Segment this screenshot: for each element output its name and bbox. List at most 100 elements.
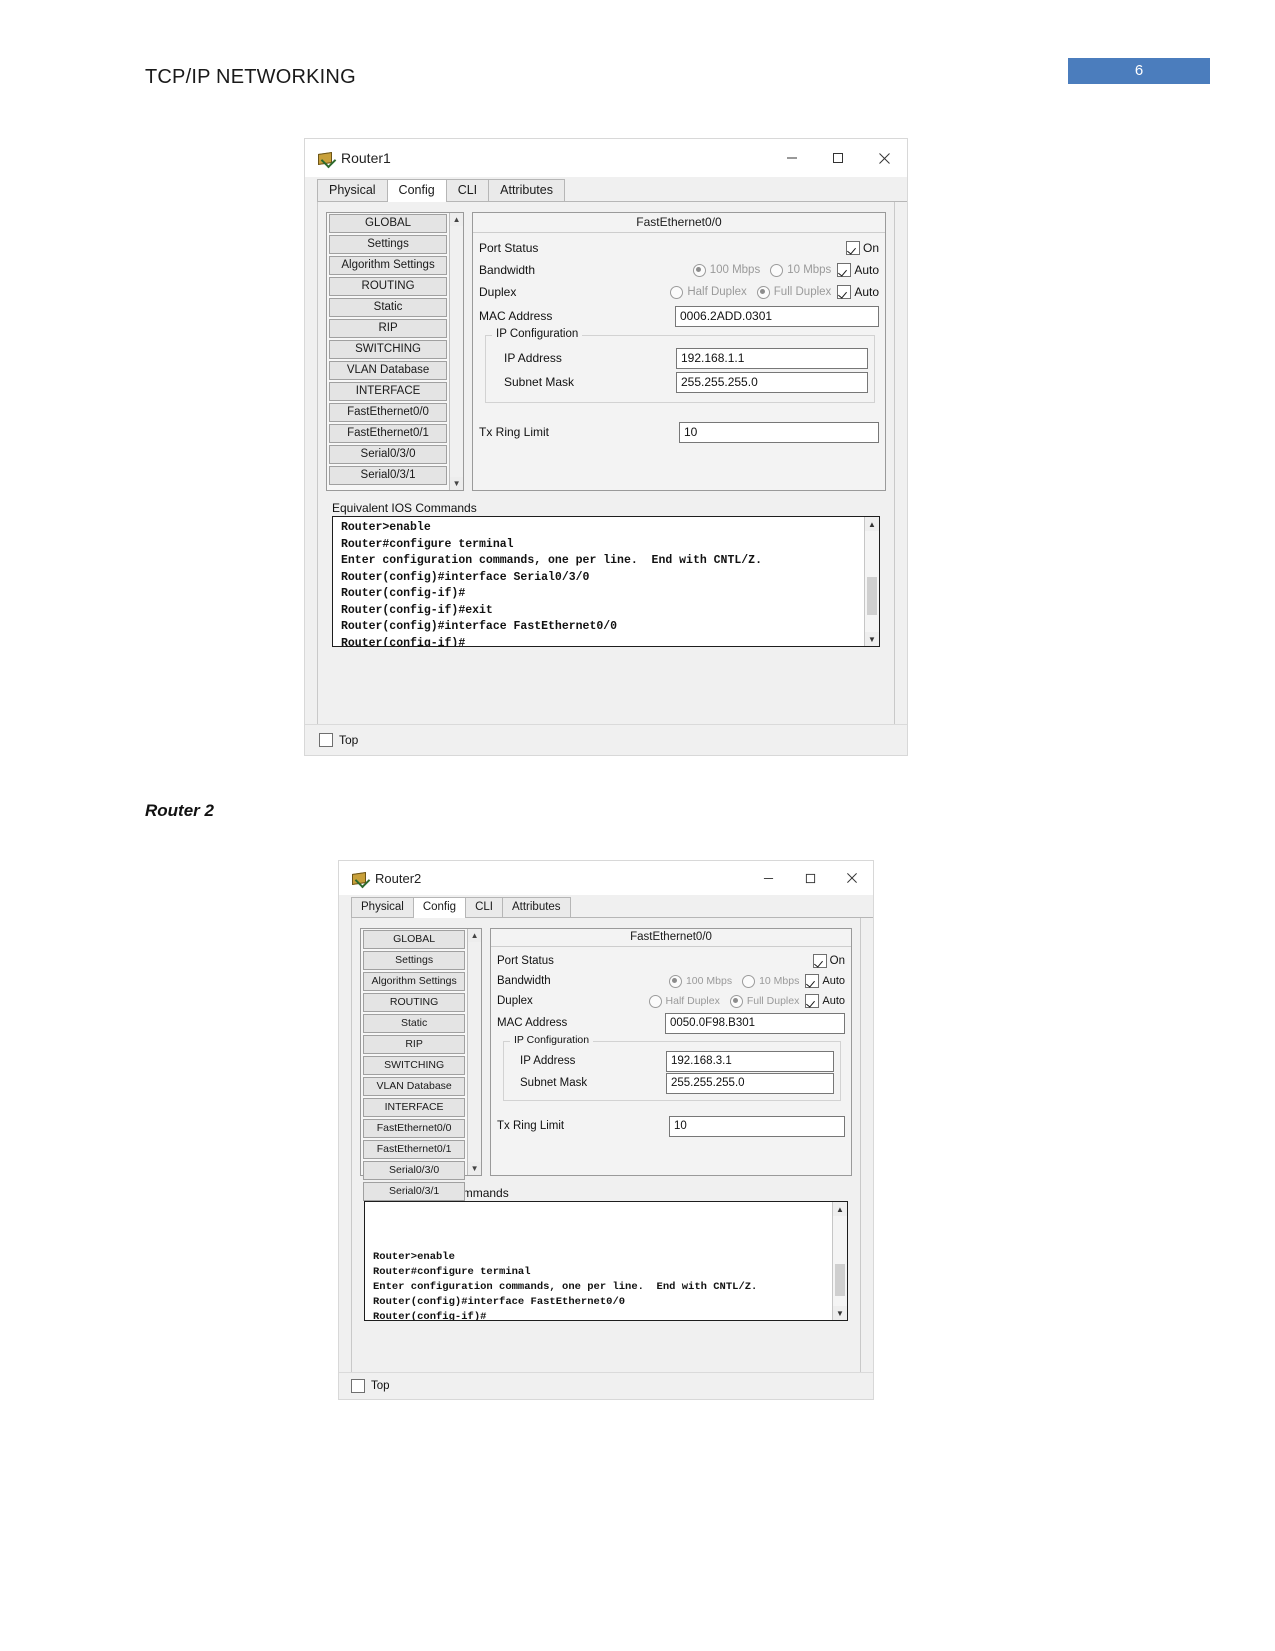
sidebar-item-algorithm-settings[interactable]: Algorithm Settings	[329, 256, 448, 275]
sidebar-scrollbar[interactable]: ▲ ▼	[467, 929, 481, 1175]
tab-cli[interactable]: CLI	[445, 179, 490, 201]
sidebar-item-fastethernet0-0[interactable]: FastEthernet0/0	[363, 1119, 466, 1138]
duplex-label-full: Full Duplex	[773, 286, 832, 298]
minimize-icon[interactable]	[747, 861, 789, 895]
port-status-checkbox[interactable]	[845, 241, 860, 255]
bandwidth-radio-10mbps[interactable]	[742, 974, 756, 988]
mac-address-row: MAC Address 0050.0F98.B301	[497, 1011, 845, 1035]
duplex-radio-half[interactable]	[648, 994, 662, 1008]
sidebar-item-interface[interactable]: INTERFACE	[329, 382, 448, 401]
tab-attributes[interactable]: Attributes	[488, 179, 565, 201]
close-icon[interactable]	[831, 861, 873, 895]
ios-scroll-thumb[interactable]	[867, 577, 877, 615]
sidebar-item-settings[interactable]: Settings	[329, 235, 448, 254]
port-status-checkbox[interactable]	[812, 954, 827, 968]
tab-cli[interactable]: CLI	[465, 897, 503, 917]
interface-panel-title: FastEthernet0/0	[473, 213, 885, 233]
ios-commands-box[interactable]: Router>enable Router#configure terminal …	[332, 516, 880, 647]
sidebar-item-rip[interactable]: RIP	[363, 1035, 466, 1054]
tab-physical[interactable]: Physical	[317, 179, 388, 201]
sidebar-item-algorithm-settings[interactable]: Algorithm Settings	[363, 972, 466, 991]
port-status-row: Port Status On	[479, 237, 879, 259]
sidebar-item-routing[interactable]: ROUTING	[363, 993, 466, 1012]
top-checkbox[interactable]	[351, 1379, 365, 1393]
close-icon[interactable]	[861, 139, 907, 177]
maximize-icon[interactable]	[815, 139, 861, 177]
chevron-up-icon[interactable]: ▲	[468, 929, 481, 942]
duplex-auto-label: Auto	[854, 285, 879, 299]
minimize-icon[interactable]	[769, 139, 815, 177]
ios-scroll-up-icon[interactable]: ▲	[833, 1202, 847, 1216]
bandwidth-label-10mbps: 10 Mbps	[787, 264, 832, 276]
duplex-radio-group: Half Duplex Full Duplex	[670, 285, 837, 299]
ios-scrollbar[interactable]: ▲ ▼	[832, 1202, 847, 1320]
ios-scrollbar[interactable]: ▲ ▼	[864, 517, 879, 646]
top-checkbox[interactable]	[319, 733, 333, 747]
sidebar-item-static[interactable]: Static	[363, 1014, 466, 1033]
router1-window: Router1 Physical Config CLI Attributes G…	[304, 138, 908, 756]
router1-titlebar[interactable]: Router1	[305, 139, 907, 177]
tab-physical[interactable]: Physical	[351, 897, 414, 917]
duplex-radio-half[interactable]	[670, 285, 684, 299]
maximize-icon[interactable]	[789, 861, 831, 895]
duplex-auto-checkbox[interactable]	[805, 994, 820, 1008]
sidebar-item-routing[interactable]: ROUTING	[329, 277, 448, 296]
router2-titlebar[interactable]: Router2	[339, 861, 873, 895]
chevron-down-icon[interactable]: ▼	[468, 1162, 481, 1175]
mac-address-input[interactable]: 0050.0F98.B301	[665, 1012, 845, 1034]
sidebar-item-switching[interactable]: SWITCHING	[363, 1056, 466, 1075]
top-checkbox-label: Top	[339, 733, 359, 747]
sidebar-item-switching[interactable]: SWITCHING	[329, 340, 448, 359]
sidebar-item-serial0-3-1[interactable]: Serial0/3/1	[363, 1182, 466, 1201]
bandwidth-radio-100mbps[interactable]	[668, 974, 682, 988]
duplex-radio-full[interactable]	[756, 285, 770, 299]
tx-ring-limit-input[interactable]: 10	[679, 421, 879, 443]
sidebar-item-serial0-3-0[interactable]: Serial0/3/0	[363, 1161, 466, 1180]
bandwidth-auto-checkbox[interactable]	[837, 263, 852, 277]
subnet-mask-input[interactable]: 255.255.255.0	[676, 371, 868, 393]
ip-address-input[interactable]: 192.168.1.1	[676, 347, 868, 369]
router-icon	[351, 870, 371, 889]
duplex-label-full: Full Duplex	[746, 995, 800, 1007]
sidebar-item-vlan-database[interactable]: VLAN Database	[363, 1077, 466, 1096]
sidebar-item-interface[interactable]: INTERFACE	[363, 1098, 466, 1117]
sidebar-item-fastethernet0-1[interactable]: FastEthernet0/1	[329, 424, 448, 443]
ios-scroll-down-icon[interactable]: ▼	[833, 1306, 847, 1320]
sidebar-item-fastethernet0-0[interactable]: FastEthernet0/0	[329, 403, 448, 422]
chevron-up-icon[interactable]: ▲	[450, 213, 463, 226]
subnet-mask-row: Subnet Mask 255.255.255.0	[510, 1072, 834, 1094]
sidebar-item-serial0-3-1[interactable]: Serial0/3/1	[329, 466, 448, 485]
ios-scroll-down-icon[interactable]: ▼	[865, 632, 879, 646]
sidebar-item-serial0-3-0[interactable]: Serial0/3/0	[329, 445, 448, 464]
ios-scroll-up-icon[interactable]: ▲	[865, 517, 879, 531]
sidebar-item-rip[interactable]: RIP	[329, 319, 448, 338]
window-controls	[747, 861, 873, 895]
duplex-radio-full[interactable]	[729, 994, 743, 1008]
tab-attributes[interactable]: Attributes	[501, 897, 571, 917]
mac-address-input[interactable]: 0006.2ADD.0301	[675, 305, 879, 327]
ios-scroll-thumb[interactable]	[835, 1264, 845, 1296]
chevron-down-icon[interactable]: ▼	[450, 477, 463, 490]
subnet-mask-input[interactable]: 255.255.255.0	[666, 1072, 834, 1094]
sidebar-item-global[interactable]: GLOBAL	[363, 930, 466, 949]
router1-sidebar: GLOBAL Settings Algorithm Settings ROUTI…	[326, 212, 464, 491]
sidebar-scrollbar[interactable]: ▲ ▼	[449, 213, 463, 490]
sidebar-item-vlan-database[interactable]: VLAN Database	[329, 361, 448, 380]
ios-commands-box[interactable]: Router>enable Router#configure terminal …	[364, 1201, 848, 1321]
sidebar-item-global[interactable]: GLOBAL	[329, 214, 448, 233]
duplex-label: Duplex	[497, 995, 533, 1007]
tab-config[interactable]: Config	[412, 897, 467, 918]
bandwidth-auto-checkbox[interactable]	[805, 974, 820, 988]
bandwidth-radio-100mbps[interactable]	[692, 263, 706, 277]
subnet-mask-row: Subnet Mask 255.255.255.0	[492, 370, 868, 394]
duplex-auto-checkbox[interactable]	[837, 285, 852, 299]
sidebar-item-fastethernet0-1[interactable]: FastEthernet0/1	[363, 1140, 466, 1159]
tab-config[interactable]: Config	[386, 179, 447, 202]
sidebar-item-settings[interactable]: Settings	[363, 951, 466, 970]
sidebar-item-static[interactable]: Static	[329, 298, 448, 317]
bandwidth-label-100mbps: 100 Mbps	[685, 975, 733, 987]
tx-ring-limit-input[interactable]: 10	[669, 1115, 845, 1137]
bandwidth-radio-10mbps[interactable]	[770, 263, 784, 277]
window-title: Router2	[375, 870, 422, 886]
ip-address-input[interactable]: 192.168.3.1	[666, 1050, 834, 1072]
